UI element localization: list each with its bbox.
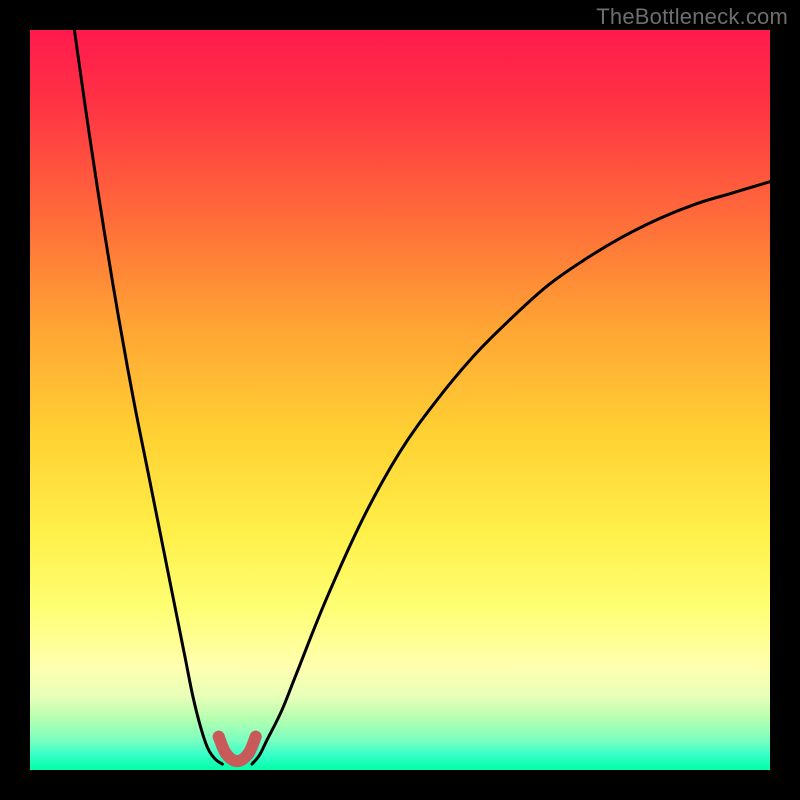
- chart-frame: TheBottleneck.com: [0, 0, 800, 800]
- curve-svg: [30, 30, 770, 770]
- optimum-marker-dot: [213, 731, 225, 743]
- optimum-marker-dot: [242, 748, 254, 760]
- watermark-text: TheBottleneck.com: [596, 4, 788, 30]
- optimum-marker-dot: [231, 755, 243, 767]
- plot-area: [30, 30, 770, 770]
- curve-left-branch: [74, 30, 222, 764]
- curve-right-branch: [252, 182, 770, 764]
- optimum-marker-dot: [250, 731, 262, 743]
- optimum-marker-dot: [220, 748, 232, 760]
